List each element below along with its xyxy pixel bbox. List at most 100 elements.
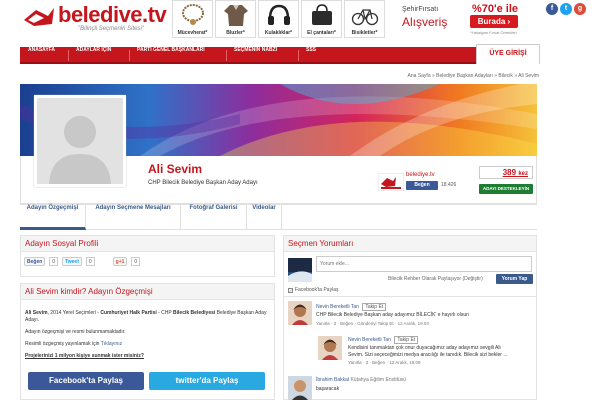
like-page-button[interactable]: Beğen [406, 181, 438, 190]
page-name[interactable]: belediye.tv [406, 172, 435, 178]
tweet-label: Tweet [65, 259, 79, 265]
ad-item-blouses[interactable]: Bluzler* [215, 0, 256, 38]
gplus-label: g+1 [115, 259, 125, 265]
bio-paragraph-1: Ali Sevim, 2014 Yerel Seçimleri - Cumhur… [25, 310, 271, 324]
avatar [34, 95, 126, 187]
nav-for-candidates[interactable]: ADAYLAR İÇİN [76, 47, 111, 64]
handbag-icon [312, 4, 332, 25]
click-here-link[interactable]: Tıklayınız [101, 341, 122, 347]
biography-text: Ali Sevim, 2014 Yerel Seçimleri - Cumhur… [25, 310, 271, 360]
site-logo[interactable]: beledive.tv "Bilinçli Seçmenin Sitesi" [22, 2, 172, 36]
social-profile-title: Adayın Sosyal Profili [21, 236, 274, 252]
comment-author-name: İbrahim Bakkal [316, 377, 350, 383]
ad-promo-button[interactable]: Burada › [470, 15, 518, 28]
tab-biography[interactable]: Adayın Özgeçmişi [20, 205, 86, 230]
site-header: beledive.tv "Bilinçli Seçmenin Sitesi" M… [0, 0, 600, 44]
biography-title: Ali Sevim kimdir? Adayın Özgeçmişi [21, 284, 274, 300]
ad-item-label: Bluzler* [226, 30, 245, 36]
person-placeholder-icon [37, 98, 123, 184]
twitter-icon[interactable]: t [560, 3, 572, 15]
logo-mark-icon [24, 8, 54, 26]
logo-slogan: "Bilinçli Seçmenin Sitesi" [78, 26, 144, 32]
gplus-button[interactable]: g+1 [112, 257, 128, 266]
comment-text: Kendisini tanımaktan çok onur duyacağımı… [348, 345, 501, 351]
comment-item: İbrahim Bakkal Kütahya Eğitim Enstitüsü … [284, 374, 536, 401]
comment-reply-item: Nevin Bereketli Tan Takip Et Kendisini t… [284, 332, 536, 372]
logo-text: beledive.tv [58, 2, 167, 27]
comment-author[interactable]: Nevin Bereketli Tan Takip Et [316, 303, 387, 311]
ad-item-label: El çantaları* [307, 30, 336, 36]
login-button[interactable]: ÜYE GİRİŞİ [476, 44, 540, 64]
follow-user-button[interactable]: Takip Et [362, 303, 387, 311]
bio-city: Bilecik Belediyesi [173, 310, 216, 316]
social-links: f t g [546, 3, 586, 15]
follow-user-button[interactable]: Takip Et [394, 336, 419, 344]
ad-products: Mücevherat* Bluzler* Kulaklıklar* El çan… [172, 0, 385, 38]
comment-item: Nevin Bereketli Tan Takip Et CHP Bilecik… [284, 299, 536, 331]
biography-panel: Ali Sevim kimdir? Adayın Özgeçmişi Ali S… [20, 283, 275, 400]
nav-home[interactable]: ANASAYFA [28, 47, 55, 64]
blouse-icon [224, 5, 248, 26]
comment-author[interactable]: Nevin Bereketli Tan Takip Et [348, 336, 419, 344]
headphones-icon [268, 4, 290, 25]
bio-text-1: , 2014 Yerel Seçimleri - [47, 310, 101, 316]
vote-box: 389 kez ADAYI DESTEKLEYİN [476, 166, 536, 196]
necklace-icon [182, 4, 204, 25]
tab-photos[interactable]: Fotoğraf Galerisi [181, 205, 247, 230]
profile-name: Ali Sevim [148, 162, 203, 176]
ad-item-label: Bisikletler* [351, 30, 378, 36]
comment-text: CHP Bilecik Belediye Başkan aday adayımı… [316, 312, 469, 318]
bio-question: Projelerinizi 1 milyon kişiye sunmak ist… [25, 353, 144, 359]
profile-tabs: Adayın Özgeçmişi Adayın Seçmene Mesajlar… [20, 204, 537, 230]
facebook-share-checkbox[interactable]: ✓ [288, 287, 293, 293]
share-row: Beğen 0 Tweet 0 g+1 0 [24, 257, 141, 266]
facebook-share-label: Facebook'ta Paylaş [295, 287, 339, 293]
ad-item-label: Kulaklıklar* [264, 30, 293, 36]
bio-text-2: - CHP [156, 310, 174, 316]
comments-panel: Seçmen Yorumları Bilecik Rehber Olarak P… [283, 235, 537, 400]
ad-promo-line1: ŞehirFırsatı [402, 6, 439, 13]
nav-party-leaders[interactable]: PARTİ GENEL BAŞKANLARI [137, 47, 205, 64]
bicycle-icon [351, 9, 379, 26]
googleplus-icon[interactable]: g [574, 3, 586, 15]
tab-videos[interactable]: Videolar [247, 205, 282, 230]
commenter-avatar-icon [288, 301, 312, 325]
comment-author-affiliation: Kütahya Eğitim Enstitüsü [350, 377, 407, 383]
gplus-count: 0 [131, 257, 141, 266]
comment-meta[interactable]: Yanıtla · 3 · Beğen · 12 Aralık, 19:09 [348, 360, 420, 365]
ad-item-handbags[interactable]: El çantaları* [301, 0, 342, 38]
facebook-share-button[interactable]: Facebook'ta Paylaş [28, 372, 144, 390]
fb-like-label: Beğen [27, 259, 43, 265]
breadcrumb[interactable]: Ana Sayfa » Belediye Başkan Adayları » B… [408, 73, 539, 79]
bio-party: Cumhuriyet Halk Partisi [100, 310, 157, 316]
ad-item-headphones[interactable]: Kulaklıklar* [258, 0, 299, 38]
comment-text-continued: Sevim. Sizi seçeceğimizi medya aracılığı… [348, 352, 508, 358]
commenter-avatar-icon [288, 376, 312, 400]
ad-item-bicycles[interactable]: Bisikletler* [344, 0, 385, 38]
bio-name: Ali Sevim [25, 310, 48, 316]
ad-promo[interactable]: ŞehirFırsatı Alışveriş %70'e ile Burada … [392, 0, 522, 38]
tweet-button[interactable]: Tweet [62, 257, 82, 266]
vote-count[interactable]: 389 kez [479, 166, 533, 179]
fb-like-button[interactable]: Beğen [24, 257, 46, 266]
support-candidate-button[interactable]: ADAYI DESTEKLEYİN [479, 184, 533, 194]
facebook-icon[interactable]: f [546, 3, 558, 15]
tab-messages[interactable]: Adayın Seçmene Mesajları [86, 205, 181, 230]
post-comment-button[interactable]: Yorum Yap [496, 274, 533, 284]
bio-paragraph-2: Adayın özgeçmişi ve resmi bulunmamaktadı… [25, 329, 126, 335]
ad-promo-line2: Alışveriş [402, 15, 448, 29]
nav-faq[interactable]: SSS [306, 47, 316, 64]
comments-title: Seçmen Yorumları [284, 236, 536, 252]
mini-logo-icon [378, 173, 404, 191]
ad-promo-note: *Yakalgan Fırsat Örnekleri [470, 30, 517, 35]
comment-input[interactable] [316, 256, 532, 272]
like-count: 18.426 [441, 182, 457, 188]
twitter-share-button[interactable]: twitter'da Paylaş [149, 372, 265, 390]
nav-voter-pulse[interactable]: SEÇMENİN NABZI [234, 47, 277, 64]
ad-item-jewelry[interactable]: Mücevherat* [172, 0, 213, 38]
comment-author[interactable]: İbrahim Bakkal Kütahya Eğitim Enstitüsü [316, 377, 406, 383]
user-avatar-icon [288, 258, 312, 282]
ad-item-label: Mücevherat* [177, 30, 208, 36]
comment-meta[interactable]: Yanıtla · 3 · Beğen · Gönderiyi Takip Et… [316, 321, 429, 326]
tweet-count: 0 [85, 257, 95, 266]
